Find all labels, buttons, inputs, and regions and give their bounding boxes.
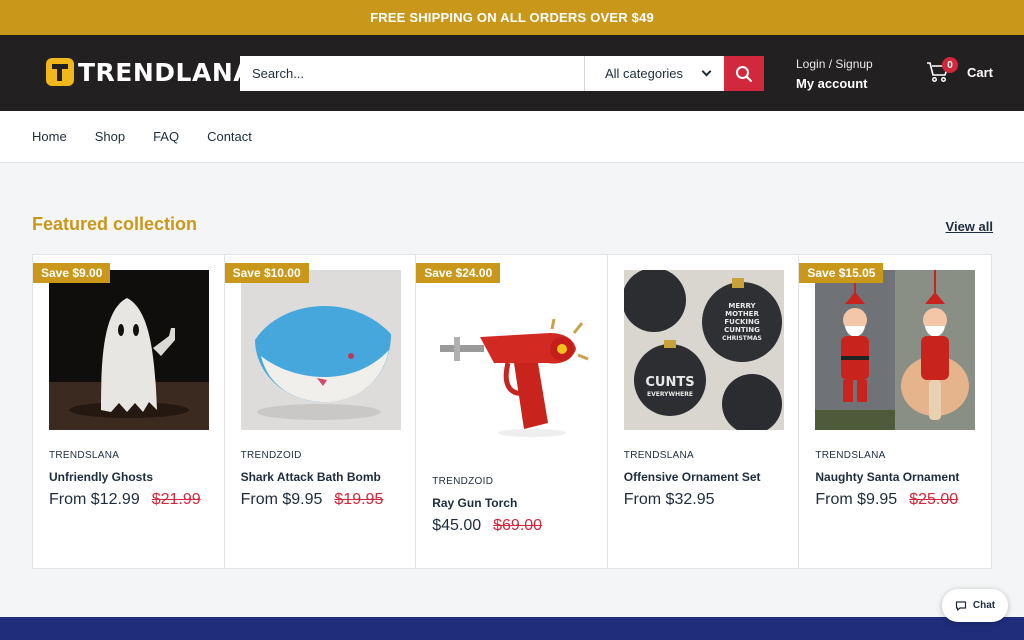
product-prices: From $9.95 $19.95	[241, 491, 384, 509]
search-bar: All categories	[240, 56, 764, 91]
chat-label: Chat	[972, 600, 996, 611]
my-account-label[interactable]: My account	[796, 74, 873, 93]
main-nav: Home Shop FAQ Contact	[0, 111, 1024, 163]
product-prices: From $12.99 $21.99	[49, 491, 201, 509]
chevron-down-icon	[701, 66, 712, 77]
product-image-shark-bath-bomb[interactable]	[240, 270, 401, 430]
nav-shop[interactable]: Shop	[95, 129, 125, 144]
product-vendor: TRENDZOID	[432, 476, 494, 487]
product-title[interactable]: Shark Attack Bath Bomb	[241, 470, 381, 484]
ornament-text-4: CUNTING	[724, 326, 760, 334]
chat-icon	[955, 600, 966, 611]
nav-faq[interactable]: FAQ	[153, 129, 179, 144]
product-card-offensive-ornament-set[interactable]: MERRY MOTHER FUCKING CUNTING CHRISTMAS C…	[608, 255, 800, 568]
product-compare-price: $19.95	[334, 491, 384, 508]
product-compare-price: $25.00	[909, 491, 959, 508]
search-button[interactable]	[724, 56, 764, 91]
cart-label: Cart	[967, 64, 994, 80]
ornament-text-5: CHRISTMAS	[722, 335, 762, 342]
product-price: From $9.95	[240, 491, 323, 508]
ornament-text-3: FUCKING	[724, 318, 759, 326]
nav-home[interactable]: Home	[32, 129, 67, 144]
product-image-ray-gun[interactable]	[432, 283, 593, 443]
logo[interactable]: TRENDLANA	[46, 57, 253, 87]
product-price: From $9.95	[815, 491, 898, 508]
product-price: From $32.95	[623, 491, 715, 508]
sale-badge: Save $24.00	[416, 263, 501, 283]
login-signup-label[interactable]: Login / Signup	[796, 55, 873, 74]
cart-link[interactable]: 0 Cart	[926, 57, 994, 83]
product-title[interactable]: Naughty Santa Ornament	[815, 470, 959, 484]
product-compare-price: $21.99	[151, 491, 201, 508]
product-image-ornaments[interactable]: MERRY MOTHER FUCKING CUNTING CHRISTMAS C…	[623, 270, 784, 430]
product-prices: From $32.95	[624, 491, 715, 509]
ornament-text-6: CUNTS	[645, 375, 694, 390]
announcement-text: FREE SHIPPING ON ALL ORDERS OVER $49	[370, 10, 654, 25]
product-vendor: TRENDSLANA	[623, 450, 695, 461]
ornament-text-7: EVERYWHERE	[647, 391, 693, 398]
account-link[interactable]: Login / Signup My account	[796, 55, 873, 93]
product-compare-price: $69.00	[493, 517, 543, 534]
product-grid: Save $9.00 TRENDSLANA Unfriendly Ghosts …	[32, 254, 992, 569]
logo-mark-icon	[46, 58, 74, 86]
product-card-unfriendly-ghosts[interactable]: Save $9.00 TRENDSLANA Unfriendly Ghosts …	[33, 255, 225, 568]
cart-count-badge: 0	[942, 57, 958, 73]
sale-badge: Save $15.05	[799, 263, 884, 283]
cart-icon: 0	[926, 57, 958, 83]
product-vendor: TRENDSLANA	[49, 450, 120, 461]
product-price: $45.00	[432, 517, 482, 534]
announcement-bar: FREE SHIPPING ON ALL ORDERS OVER $49	[0, 0, 1024, 35]
product-price: From $12.99	[49, 491, 140, 508]
product-card-shark-attack-bath-bomb[interactable]: Save $10.00 TRENDZOID Shark Attack Bath …	[224, 255, 417, 568]
product-title[interactable]: Offensive Ornament Set	[624, 470, 761, 484]
site-header: TRENDLANA All categories Login / Signup …	[0, 35, 1024, 111]
chat-button[interactable]: Chat	[942, 589, 1008, 622]
product-title[interactable]: Unfriendly Ghosts	[49, 470, 153, 484]
ornament-text-2: MOTHER	[725, 310, 759, 318]
product-vendor: TRENDZOID	[240, 450, 302, 461]
section-title: Featured collection	[32, 214, 198, 234]
ornament-text-1: MERRY	[728, 302, 756, 310]
sale-badge: Save $9.00	[33, 263, 111, 283]
search-input[interactable]	[240, 56, 584, 91]
product-vendor: TRENDSLANA	[815, 450, 886, 461]
product-card-ray-gun-torch[interactable]: Save $24.00 TRENDZOID Ray Gun Torch $45.…	[416, 255, 608, 568]
category-select-label: All categories	[605, 66, 684, 81]
nav-contact[interactable]: Contact	[207, 129, 252, 144]
product-prices: From $9.95 $25.00	[815, 491, 958, 509]
product-card-naughty-santa-ornament[interactable]: Save $15.05 TRENDSLANA Naughty Santa Orn…	[799, 255, 991, 568]
view-all-link[interactable]: View all	[946, 219, 993, 234]
product-image-ghost[interactable]	[49, 270, 209, 430]
product-image-santa[interactable]	[815, 270, 976, 430]
sale-badge: Save $10.00	[224, 263, 309, 283]
logo-text: TRENDLANA	[78, 57, 254, 87]
product-prices: $45.00 $69.00	[432, 517, 542, 535]
search-icon	[736, 65, 752, 82]
product-title[interactable]: Ray Gun Torch	[432, 496, 517, 510]
footer-band	[0, 617, 1024, 640]
category-select[interactable]: All categories	[584, 56, 724, 91]
